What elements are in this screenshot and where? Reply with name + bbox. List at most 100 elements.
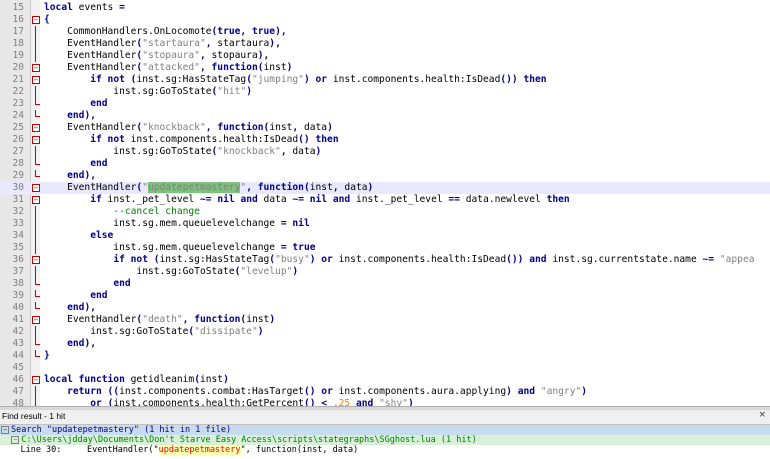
fold-toggle-icon[interactable]: −: [31, 374, 40, 386]
hit-prefix: Line 30: EventHandler(": [0, 445, 159, 455]
code-text: EventHandler("death", function(inst): [44, 314, 276, 325]
code-line[interactable]: 28 end: [0, 158, 770, 170]
code-line[interactable]: 48 or (inst.components.health:GetPercent…: [0, 398, 770, 406]
code-line[interactable]: 36− if not (inst.sg:HasStateTag("busy") …: [0, 254, 770, 266]
fold-marker: [31, 266, 40, 278]
code-line[interactable]: 47 return ((inst.components.combat:HasTa…: [0, 386, 770, 398]
code-line[interactable]: 32 --cancel change: [0, 206, 770, 218]
code-line[interactable]: 26− if not inst.components.health:IsDead…: [0, 134, 770, 146]
line-number: 48: [12, 398, 24, 406]
close-icon[interactable]: ×: [758, 410, 766, 420]
fold-toggle-icon[interactable]: −: [31, 314, 40, 326]
code-text: if not (inst.sg:HasStateTag("jumping") o…: [90, 74, 547, 85]
code-line[interactable]: 40 end),: [0, 302, 770, 314]
collapse-icon[interactable]: −: [1, 425, 9, 434]
result-hit-line[interactable]: Line 30: EventHandler("updatepetmastery"…: [0, 445, 770, 455]
line-number: 46: [12, 374, 24, 385]
code-line[interactable]: 16−{: [0, 14, 770, 26]
line-number: 27: [12, 146, 24, 157]
line-number: 20: [12, 62, 24, 73]
code-line[interactable]: 21− if not (inst.sg:HasStateTag("jumping…: [0, 74, 770, 86]
line-number: 32: [12, 206, 24, 217]
code-line[interactable]: 39 end: [0, 290, 770, 302]
code-line[interactable]: 22 inst.sg:GoToState("hit"): [0, 86, 770, 98]
find-results-list[interactable]: − Search " updatepetmastery " (1 hit in 1 f…: [0, 425, 770, 459]
code-line[interactable]: 43 end),: [0, 338, 770, 350]
code-line[interactable]: 42 inst.sg:GoToState("dissipate"): [0, 326, 770, 338]
code-text: end),: [67, 338, 96, 349]
code-line[interactable]: 37 inst.sg:GoToState("levelup"): [0, 266, 770, 278]
fold-toggle-icon[interactable]: −: [31, 254, 40, 266]
code-text: end: [90, 98, 108, 109]
fold-marker: [31, 26, 40, 38]
code-text: end: [90, 290, 108, 301]
code-text: return ((inst.components.combat:HasTarge…: [67, 386, 588, 397]
code-text: {: [44, 14, 50, 25]
line-number: 35: [12, 242, 24, 253]
code-line[interactable]: 33 inst.sg.mem.queuelevelchange = nil: [0, 218, 770, 230]
code-line[interactable]: 30− EventHandler("updatepetmastery", fun…: [0, 182, 770, 194]
fold-toggle-icon[interactable]: −: [31, 62, 40, 74]
line-number: 16: [12, 14, 24, 25]
code-text: end: [90, 158, 108, 169]
code-line[interactable]: 27 inst.sg:GoToState("knockback", data): [0, 146, 770, 158]
code-text: if inst._pet_level ~= nil and data ~= ni…: [90, 194, 570, 205]
code-line[interactable]: 25− EventHandler("knockback", function(i…: [0, 122, 770, 134]
code-text: if not (inst.sg:HasStateTag("busy") or i…: [113, 254, 755, 265]
code-line[interactable]: 29 end),: [0, 170, 770, 182]
fold-marker: [31, 2, 40, 14]
code-line[interactable]: 41− EventHandler("death", function(inst): [0, 314, 770, 326]
code-line[interactable]: 45: [0, 362, 770, 374]
fold-toggle-icon[interactable]: −: [31, 182, 40, 194]
fold-marker: [31, 38, 40, 50]
line-number: 24: [12, 110, 24, 121]
fold-toggle-icon[interactable]: −: [31, 134, 40, 146]
code-line[interactable]: 19 EventHandler("stopaura", stopaura),: [0, 50, 770, 62]
fold-marker: [31, 278, 40, 290]
code-line[interactable]: 23 end: [0, 98, 770, 110]
hit-suffix: ", function(inst, data): [240, 445, 359, 455]
code-editor[interactable]: 15 local events = 16−{17 CommonHandlers.On…: [0, 0, 770, 406]
code-text: end),: [67, 170, 96, 181]
line-number: 39: [12, 290, 24, 301]
code-line[interactable]: 17 CommonHandlers.OnLocomote(true, true)…: [0, 26, 770, 38]
fold-marker: [31, 110, 40, 122]
fold-marker: [31, 302, 40, 314]
search-summary-line[interactable]: − Search "updatepetmastery" (1 hit in 1 f…: [0, 425, 770, 435]
code-line[interactable]: 31− if inst._pet_level ~= nil and data ~…: [0, 194, 770, 206]
hit-term: updatepetmastery: [158, 445, 241, 455]
code-line[interactable]: 44}: [0, 350, 770, 362]
fold-marker: [31, 50, 40, 62]
code-line[interactable]: 35 inst.sg.mem.queuelevelchange = true: [0, 242, 770, 254]
fold-marker: [31, 290, 40, 302]
code-text: end),: [67, 110, 96, 121]
code-line[interactable]: 18 EventHandler("startaura", startaura),: [0, 38, 770, 50]
code-line[interactable]: 34 else: [0, 230, 770, 242]
fold-toggle-icon[interactable]: −: [31, 122, 40, 134]
line-number: 36: [12, 254, 24, 265]
code-line[interactable]: 46− local function getidleanim(inst): [0, 374, 770, 386]
code-line[interactable]: 15 local events =: [0, 2, 770, 14]
line-number: 45: [12, 362, 24, 373]
line-number: 15: [12, 2, 24, 13]
code-text: else: [90, 230, 114, 241]
search-suffix: " (1 hit in 1 file): [133, 425, 232, 435]
code-line[interactable]: 38 end: [0, 278, 770, 290]
fold-marker: [31, 170, 40, 182]
fold-toggle-icon[interactable]: −: [31, 14, 40, 26]
code-text: inst.sg.mem.queuelevelchange = true: [44, 242, 316, 253]
code-text: inst.sg:GoToState("levelup"): [44, 266, 299, 277]
fold-toggle-icon[interactable]: −: [31, 194, 40, 206]
search-prefix: Search ": [11, 425, 52, 435]
code-line[interactable]: 24 end),: [0, 110, 770, 122]
find-result-title: Find result - 1 hit: [2, 411, 66, 421]
fold-marker: [31, 146, 40, 158]
fold-toggle-icon[interactable]: −: [31, 74, 40, 86]
code-text: EventHandler("startaura", startaura),: [44, 38, 281, 49]
code-line[interactable]: 20− EventHandler("attacked", function(in…: [0, 62, 770, 74]
fold-marker: [31, 218, 40, 230]
result-file-line[interactable]: − C:\Users\jdday\Documents\Don't Starve E…: [0, 435, 770, 445]
collapse-icon[interactable]: −: [11, 435, 20, 444]
code-text: inst.sg:GoToState("dissipate"): [44, 326, 264, 337]
fold-marker: [31, 362, 40, 374]
